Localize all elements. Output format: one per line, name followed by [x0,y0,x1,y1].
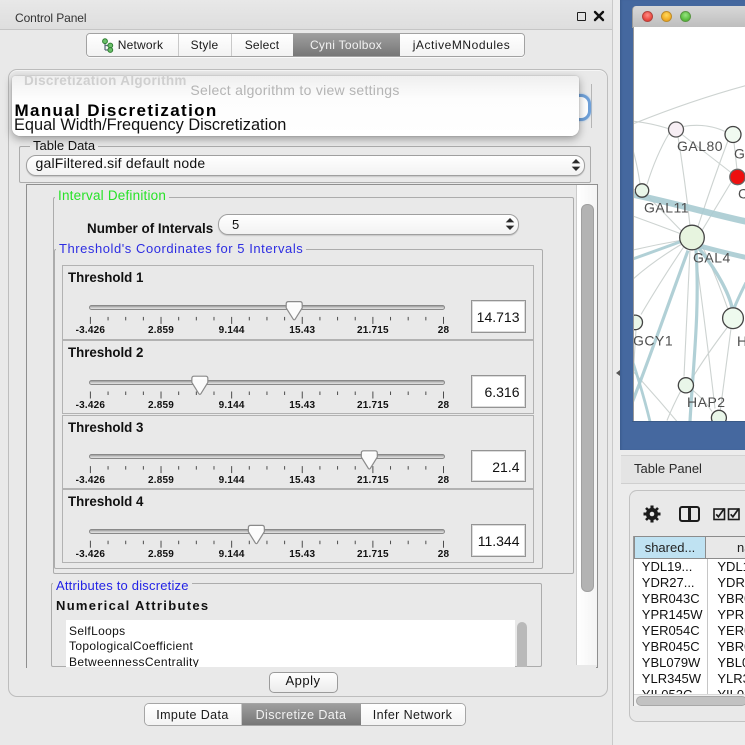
svg-text:HAP2: HAP2 [687,394,726,410]
svg-text:GAL80: GAL80 [677,138,723,154]
svg-text:GCY1: GCY1 [633,332,673,348]
svg-text:C: C [738,185,745,201]
svg-text:H: H [737,333,745,349]
svg-text:GAL4: GAL4 [693,249,731,265]
svg-text:GA: GA [734,145,745,161]
svg-text:GAL11: GAL11 [644,199,689,215]
